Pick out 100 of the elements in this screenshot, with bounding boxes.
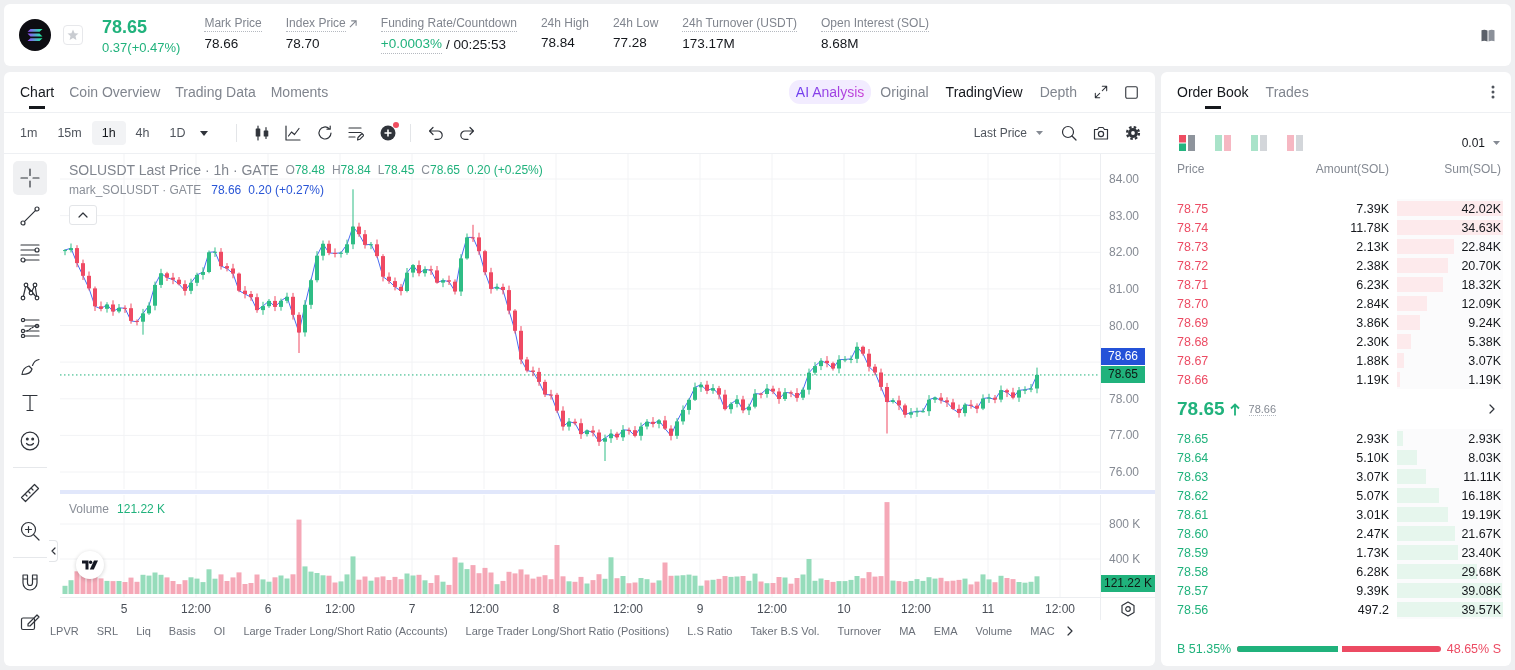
order-book-tab[interactable]: Trades: [1265, 72, 1309, 112]
order-amount: 3.86K: [1355, 315, 1389, 330]
precision-dropdown[interactable]: 0.01: [1461, 136, 1500, 150]
expand-icon[interactable]: [1094, 85, 1108, 99]
indicator-shortcut[interactable]: OI: [213, 625, 226, 637]
indicator-shortcut[interactable]: MAC: [1030, 625, 1055, 637]
external-link-icon[interactable]: [348, 20, 357, 28]
text-tool-icon[interactable]: [20, 393, 40, 413]
volume-label: 800 K: [1109, 517, 1141, 531]
interval-tab[interactable]: 1D: [159, 121, 196, 145]
search-icon[interactable]: [1061, 125, 1077, 141]
order-sum: 1.19K: [1468, 372, 1501, 387]
ohlc-value: H78.84: [331, 163, 371, 177]
indicator-shortcut[interactable]: Large Trader Long/Short Ratio (Accounts): [243, 625, 448, 637]
column-header: Sum(SOL): [1443, 162, 1502, 176]
candlestick-icon[interactable]: [253, 125, 270, 141]
indicator-shortcut[interactable]: Large Trader Long/Short Ratio (Positions): [465, 625, 670, 637]
crosshair-icon[interactable]: [13, 161, 47, 195]
plus-circle-icon[interactable]: [379, 125, 396, 141]
chart-tab[interactable]: Moments: [270, 72, 329, 112]
line-tool-icon[interactable]: [20, 205, 40, 226]
indicator-shortcut[interactable]: LPVR: [50, 625, 79, 637]
camera-icon[interactable]: [1093, 125, 1109, 141]
ohlc-value: L78.45: [377, 163, 415, 177]
interval-tab[interactable]: 1h: [91, 121, 126, 145]
time-label: 12:00: [469, 602, 499, 616]
book-layout-icon[interactable]: [1179, 135, 1195, 151]
order-amount: 6.23K: [1355, 277, 1389, 292]
smiley-icon[interactable]: [20, 430, 40, 451]
settings-icon[interactable]: [1120, 601, 1136, 617]
price-label: 81.00: [1109, 281, 1140, 296]
chart-tab[interactable]: Coin Overview: [69, 72, 161, 112]
view-tab[interactable]: TradingView: [945, 83, 1023, 101]
up-arrow-icon: [1229, 402, 1240, 416]
logo-icon[interactable]: [76, 551, 104, 579]
stat-value: 78.70: [285, 35, 320, 53]
order-amount: 1.19K: [1355, 372, 1389, 387]
order-sum: 39.57K: [1461, 602, 1501, 617]
magnet-icon[interactable]: [20, 573, 40, 593]
sell-ratio: 48.65% S: [1446, 642, 1501, 656]
square-icon[interactable]: [1125, 85, 1138, 99]
redo-icon[interactable]: [459, 125, 475, 141]
indicator-shortcut[interactable]: EMA: [933, 625, 958, 637]
settings-icon[interactable]: [1125, 125, 1141, 141]
undo-icon[interactable]: [427, 125, 444, 141]
caret-down-icon[interactable]: [199, 130, 208, 136]
price-label: 84.00: [1109, 172, 1140, 186]
indicator-shortcut[interactable]: MA: [899, 625, 916, 637]
time-label: 12:00: [181, 602, 211, 616]
order-amount: 2.84K: [1355, 296, 1389, 311]
interval-tab[interactable]: 15m: [47, 121, 92, 145]
stat-label: Mark Price: [204, 16, 262, 32]
indicator-shortcut[interactable]: Turnover: [837, 625, 882, 637]
interval-tab[interactable]: 4h: [125, 121, 160, 145]
more-icon[interactable]: [1491, 85, 1495, 99]
chart-title: SOLUSDT Last Price · 1h · GATE: [69, 162, 279, 178]
list-edit-icon[interactable]: [348, 125, 364, 141]
collapse-handle[interactable]: [49, 540, 58, 562]
order-sum: 22.84K: [1461, 239, 1501, 254]
indicator-shortcut[interactable]: L.S Ratio: [687, 625, 733, 637]
order-sum: 29.68K: [1461, 564, 1501, 579]
horizontal-lines-icon[interactable]: [20, 243, 40, 263]
time-label: 7: [408, 602, 416, 616]
time-label: 12:00: [901, 602, 931, 616]
line-chart-icon[interactable]: [285, 125, 301, 141]
indicator-shortcut[interactable]: Liq: [136, 625, 151, 637]
pattern-icon[interactable]: [20, 280, 40, 301]
analysis-tab[interactable]: AI Analysis: [788, 80, 872, 104]
levels-icon[interactable]: [20, 318, 40, 338]
interval-tab[interactable]: 1m: [10, 121, 48, 145]
indicator-shortcut[interactable]: SRL: [96, 625, 119, 637]
ruler-icon[interactable]: [20, 483, 40, 503]
time-label: 10: [837, 602, 851, 616]
indicator-shortcut[interactable]: Volume: [975, 625, 1013, 637]
chevron-right-icon[interactable]: [1489, 404, 1495, 414]
bid-price: 78.62: [1177, 488, 1210, 503]
order-sum: 9.24K: [1468, 315, 1501, 330]
time-label: 12:00: [325, 602, 355, 616]
ask-price: 78.74: [1177, 220, 1210, 235]
column-header: Price: [1177, 162, 1206, 176]
indicator-shortcut[interactable]: Basis: [168, 625, 196, 637]
price-label: 76.00: [1109, 465, 1140, 479]
refresh-icon[interactable]: [316, 125, 333, 141]
order-sum: 42.02K: [1461, 201, 1501, 216]
order-amount: 1.88K: [1355, 353, 1389, 368]
stat-label: 24h High: [540, 16, 589, 31]
chevron-right-icon[interactable]: [1066, 626, 1073, 636]
view-tab[interactable]: Original: [880, 83, 929, 101]
book-icon[interactable]: [1481, 28, 1495, 42]
zoom-in-icon[interactable]: [20, 520, 40, 541]
volume-value: 121.22 K: [117, 502, 166, 516]
order-amount: 2.13K: [1355, 239, 1389, 254]
chart-tab[interactable]: Trading Data: [175, 72, 256, 112]
stat-label: Index Price: [285, 16, 346, 32]
stat-label: 24h Low: [612, 16, 659, 31]
indicator-shortcut[interactable]: Taker B.S Vol.: [750, 625, 820, 637]
view-tab[interactable]: Depth: [1039, 83, 1077, 101]
ask-price: 78.68: [1177, 334, 1210, 349]
price-source-dropdown[interactable]: Last Price: [973, 126, 1043, 140]
stat-value: +0.0003%: [380, 35, 442, 54]
